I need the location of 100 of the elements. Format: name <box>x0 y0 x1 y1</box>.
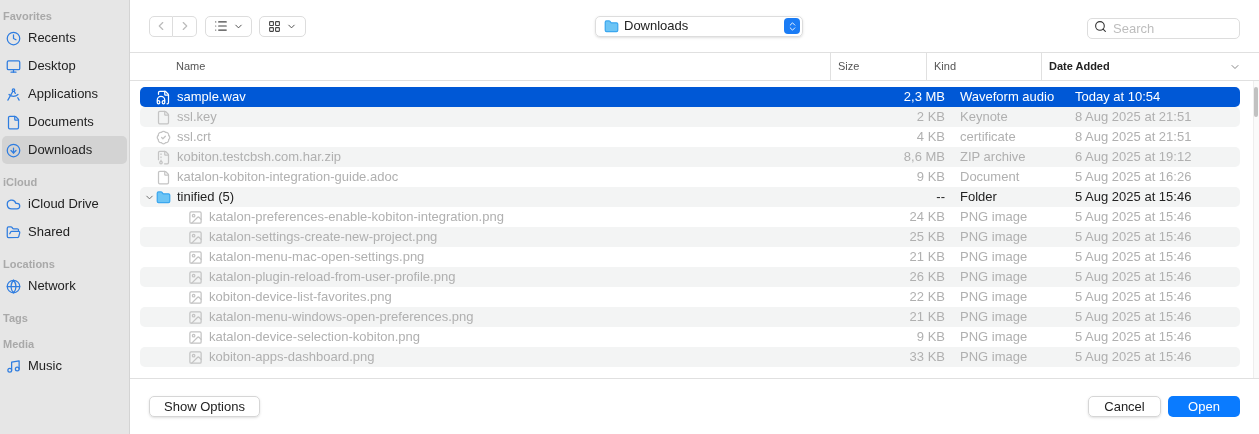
cancel-button[interactable]: Cancel <box>1088 396 1161 417</box>
file-kind: Waveform audio <box>959 88 1056 107</box>
file-icon <box>156 129 171 145</box>
file-date: Today at 10:54 <box>1074 88 1162 107</box>
music-note-icon <box>6 358 21 374</box>
file-name: kobiton.testcbsh.com.har.zip <box>177 148 342 167</box>
file-kind: ZIP archive <box>959 148 1027 167</box>
file-icon <box>156 109 171 125</box>
sidebar-item[interactable]: Desktop <box>2 52 127 80</box>
sidebar-section-title: Favorites <box>2 9 53 24</box>
file-name: katalon-kobiton-integration-guide.adoc <box>177 168 399 187</box>
sidebar-item[interactable]: Documents <box>2 108 127 136</box>
file-kind: Folder <box>959 188 998 207</box>
sidebar-item[interactable]: Music <box>2 352 127 380</box>
column-header[interactable]: Name <box>176 53 830 80</box>
download-icon <box>6 142 21 158</box>
sidebar-item[interactable]: Downloads <box>2 136 127 164</box>
file-name: katalon-plugin-reload-from-user-profile.png <box>209 268 456 287</box>
sidebar-item[interactable]: Applications <box>2 80 127 108</box>
search-field[interactable]: Search <box>1087 17 1240 39</box>
location-dropdown[interactable]: Downloads <box>595 15 803 37</box>
document-icon <box>6 114 21 130</box>
column-header[interactable]: Kind <box>926 53 1041 80</box>
show-options-button[interactable]: Show Options <box>149 396 260 417</box>
file-size: 8,6 MB <box>902 148 945 167</box>
file-name: kobiton-apps-dashboard.png <box>209 348 375 367</box>
file-kind: PNG image <box>959 308 1029 327</box>
file-kind: PNG image <box>959 268 1029 287</box>
file-size: 33 KB <box>908 348 945 367</box>
file-kind: certificate <box>959 128 1017 147</box>
file-size: 21 KB <box>908 308 945 327</box>
file-icon <box>188 229 203 245</box>
file-date: 5 Aug 2025 at 16:26 <box>1074 168 1193 187</box>
sidebar-section-title: iCloud <box>2 175 39 190</box>
folder-icon <box>604 18 619 34</box>
file-kind: PNG image <box>959 228 1029 247</box>
file-date: 5 Aug 2025 at 15:46 <box>1074 328 1193 347</box>
file-kind: Keynote <box>959 108 1009 127</box>
file-name: katalon-device-selection-kobiton.png <box>209 328 420 347</box>
file-date: 5 Aug 2025 at 15:46 <box>1074 248 1193 267</box>
sidebar-section-title: Locations <box>2 257 56 272</box>
column-header[interactable]: Size <box>830 53 926 80</box>
column-header[interactable]: Date Added <box>1041 53 1241 80</box>
file-date: 5 Aug 2025 at 15:46 <box>1074 308 1193 327</box>
file-size: 25 KB <box>908 228 945 247</box>
file-kind: PNG image <box>959 328 1029 347</box>
file-size: 2 KB <box>915 108 945 127</box>
file-kind: PNG image <box>959 208 1029 227</box>
file-icon <box>188 269 203 285</box>
file-icon <box>156 89 171 105</box>
back-button[interactable] <box>149 15 173 37</box>
scrollbar[interactable] <box>1253 81 1259 378</box>
file-name: ssl.key <box>177 108 217 127</box>
file-date: 5 Aug 2025 at 15:46 <box>1074 268 1193 287</box>
file-icon <box>188 249 203 265</box>
clock-icon <box>6 30 21 46</box>
file-row[interactable]: tinified (5) -- Folder 5 Aug 2025 at 15:46 <box>140 187 1240 207</box>
file-kind: PNG image <box>959 248 1029 267</box>
file-name: katalon-menu-windows-open-preferences.png <box>209 308 474 327</box>
list-icon <box>213 19 228 33</box>
file-size: 21 KB <box>908 248 945 267</box>
file-size: 9 KB <box>915 168 945 187</box>
file-date: 5 Aug 2025 at 15:46 <box>1074 208 1193 227</box>
sidebar-item[interactable]: Recents <box>2 24 127 52</box>
file-name: sample.wav <box>177 88 246 107</box>
file-kind: PNG image <box>959 348 1029 367</box>
file-size: 22 KB <box>908 288 945 307</box>
grid-view-button[interactable] <box>259 15 306 37</box>
folder-icon <box>6 224 21 240</box>
monitor-icon <box>6 58 21 74</box>
file-date: 5 Aug 2025 at 15:46 <box>1074 348 1193 367</box>
file-date: 6 Aug 2025 at 19:12 <box>1074 148 1193 167</box>
file-size: 9 KB <box>915 328 945 347</box>
sidebar-item[interactable]: Network <box>2 272 127 300</box>
sidebar-section-title: Media <box>2 337 36 352</box>
sidebar-item[interactable]: iCloud Drive <box>2 190 127 218</box>
file-name: katalon-settings-create-new-project.png <box>209 228 438 247</box>
list-view-button[interactable] <box>205 15 252 37</box>
file-icon <box>156 149 171 165</box>
compass-icon <box>6 86 21 102</box>
file-kind: PNG image <box>959 288 1029 307</box>
file-row[interactable]: sample.wav 2,3 MB Waveform audio Today at 10:54 <box>140 87 1240 107</box>
forward-button[interactable] <box>173 15 197 37</box>
sidebar-item[interactable]: Shared <box>2 218 127 246</box>
file-icon <box>188 309 203 325</box>
file-name: katalon-menu-mac-open-settings.png <box>209 248 425 267</box>
file-icon <box>188 209 203 225</box>
file-date: 8 Aug 2025 at 21:51 <box>1074 108 1193 127</box>
file-date: 8 Aug 2025 at 21:51 <box>1074 128 1193 147</box>
file-name: katalon-preferences-enable-kobiton-integration.png <box>209 208 504 227</box>
file-icon <box>188 289 203 305</box>
cloud-icon <box>6 196 21 212</box>
file-date: 5 Aug 2025 at 15:46 <box>1074 188 1193 207</box>
file-size: 4 KB <box>915 128 945 147</box>
file-name: kobiton-device-list-favorites.png <box>209 288 392 307</box>
open-button[interactable]: Open <box>1168 396 1240 417</box>
file-icon <box>188 329 203 345</box>
file-size: 24 KB <box>908 208 945 227</box>
file-size: 2,3 MB <box>902 88 945 107</box>
file-name: tinified (5) <box>177 188 235 207</box>
